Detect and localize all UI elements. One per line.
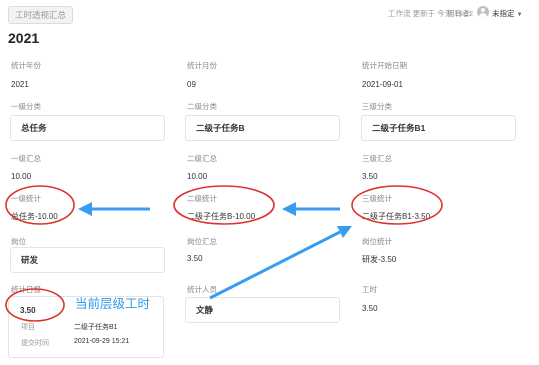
annotation-text: 当前层级工时 <box>75 297 151 311</box>
annotation-arrow-to-stat3 <box>209 230 341 300</box>
annotation-ellipse-stat3 <box>351 185 443 225</box>
annotation-ellipse-stat1 <box>5 185 75 225</box>
annotation-ellipse-daily <box>5 288 65 322</box>
annotation-ellipse-stat2 <box>173 185 275 225</box>
